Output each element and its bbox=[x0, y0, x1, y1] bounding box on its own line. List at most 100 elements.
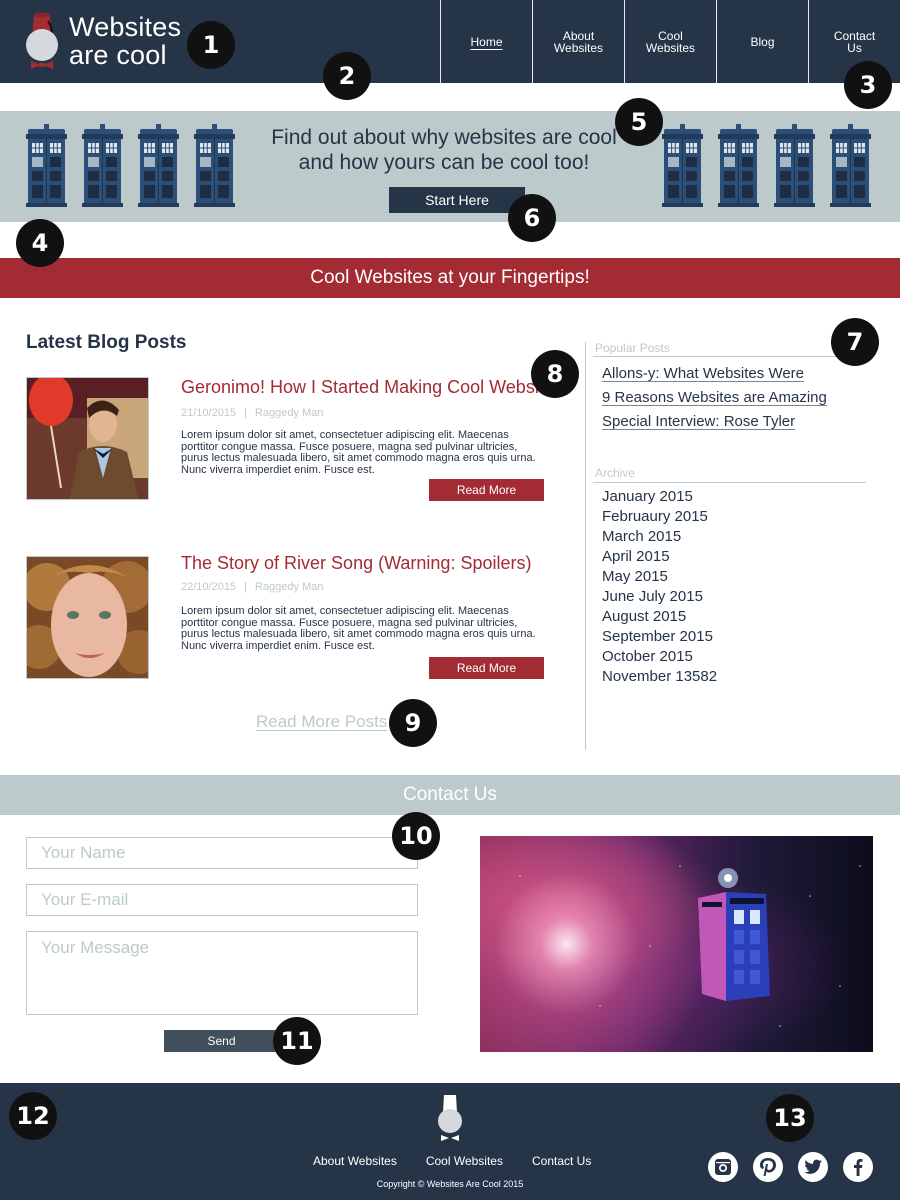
annotation-marker: 6 bbox=[508, 194, 556, 242]
post-meta: 21/10/2015 | Raggedy Man bbox=[181, 407, 323, 419]
social-links bbox=[708, 1152, 888, 1182]
nav-item-about-websites[interactable]: About Websites bbox=[532, 0, 624, 83]
hero-headline: Find out about why websites are cool and… bbox=[244, 125, 644, 175]
post-author[interactable]: Raggedy Man bbox=[255, 581, 324, 593]
logo[interactable]: Websites are cool bbox=[24, 11, 181, 71]
tardis-space-illustration bbox=[519, 865, 861, 1027]
tardis-icon bbox=[829, 124, 872, 207]
archive-link[interactable]: Februaury 2015 bbox=[602, 507, 717, 527]
logo-line-1: Websites bbox=[69, 12, 182, 42]
send-button[interactable]: Send bbox=[164, 1030, 279, 1052]
meta-separator: | bbox=[244, 407, 247, 419]
main-nav: Home About Websites Cool Websites Blog Con… bbox=[440, 0, 900, 83]
annotation-marker: 4 bbox=[16, 219, 64, 267]
nav-label: Websites bbox=[645, 40, 696, 55]
archive-link[interactable]: September 2015 bbox=[602, 627, 717, 647]
read-more-button[interactable]: Read More bbox=[429, 657, 544, 679]
post-excerpt: Lorem ipsum dolor sit amet, consectetuer… bbox=[181, 605, 536, 652]
archive-link[interactable]: April 2015 bbox=[602, 547, 717, 567]
name-input[interactable] bbox=[26, 837, 418, 869]
footer-link-cool-websites[interactable]: Cool Websites bbox=[426, 1154, 503, 1168]
read-more-button[interactable]: Read More bbox=[429, 479, 544, 501]
message-textarea[interactable] bbox=[26, 931, 418, 1015]
annotation-marker: 2 bbox=[323, 52, 371, 100]
footer-link-contact-us[interactable]: Contact Us bbox=[532, 1154, 591, 1168]
start-here-button[interactable]: Start Here bbox=[389, 187, 525, 213]
curly-haired-woman-photo bbox=[27, 557, 148, 678]
popular-post-link[interactable]: Allons-y: What Websites Were bbox=[602, 362, 827, 386]
twitter-icon[interactable] bbox=[798, 1152, 828, 1182]
logo-text: Websites are cool bbox=[69, 13, 181, 69]
post-thumbnail[interactable] bbox=[26, 556, 149, 679]
tardis-in-space-image bbox=[480, 836, 873, 1052]
nav-item-home[interactable]: Home bbox=[440, 0, 532, 83]
hero-banner: Find out about why websites are cool and… bbox=[0, 111, 900, 222]
tardis-icon bbox=[137, 124, 180, 207]
instagram-icon[interactable] bbox=[708, 1152, 738, 1182]
logo-line-2: are cool bbox=[69, 40, 167, 70]
nav-item-cool-websites[interactable]: Cool Websites bbox=[624, 0, 716, 83]
nav-label: Cool bbox=[658, 28, 683, 43]
latest-blog-posts-heading: Latest Blog Posts bbox=[26, 332, 187, 353]
tardis-icon bbox=[81, 124, 124, 207]
nav-item-blog[interactable]: Blog bbox=[716, 0, 808, 83]
archive-link[interactable]: November 13582 bbox=[602, 667, 717, 687]
archive-link[interactable]: January 2015 bbox=[602, 487, 717, 507]
archive-link[interactable]: June July 2015 bbox=[602, 587, 717, 607]
annotation-marker: 8 bbox=[531, 350, 579, 398]
man-with-balloon-photo bbox=[27, 378, 148, 499]
tardis-icon bbox=[717, 124, 760, 207]
nav-label: Home bbox=[470, 34, 503, 49]
post-date: 21/10/2015 bbox=[181, 407, 237, 419]
post-thumbnail[interactable] bbox=[26, 377, 149, 500]
tagline-banner: Cool Websites at your Fingertips! bbox=[0, 258, 900, 298]
annotation-marker: 3 bbox=[844, 61, 892, 109]
post-excerpt: Lorem ipsum dolor sit amet, consectetuer… bbox=[181, 429, 536, 476]
facebook-icon[interactable] bbox=[843, 1152, 873, 1182]
tardis-icon bbox=[193, 124, 236, 207]
popular-post-link[interactable]: Special Interview: Rose Tyler bbox=[602, 410, 827, 434]
post-title-link[interactable]: Geronimo! How I Started Making Cool Webs… bbox=[181, 377, 563, 398]
post-date: 22/10/2015 bbox=[181, 581, 237, 593]
annotation-marker: 12 bbox=[9, 1092, 57, 1140]
popular-posts-label: Popular Posts bbox=[595, 341, 670, 355]
footer-link-about-websites[interactable]: About Websites bbox=[313, 1154, 397, 1168]
email-input[interactable] bbox=[26, 884, 418, 916]
site-header: Websites are cool Home About Websites Coo… bbox=[0, 0, 900, 83]
tardis-icon bbox=[25, 124, 68, 207]
fez-mascot-icon bbox=[26, 12, 58, 69]
tardis-icon bbox=[661, 124, 704, 207]
sidebar-divider bbox=[585, 342, 586, 750]
read-more-posts-link[interactable]: Read More Posts bbox=[256, 712, 387, 732]
post-title-link[interactable]: The Story of River Song (Warning: Spoile… bbox=[181, 553, 531, 574]
archive-link[interactable]: October 2015 bbox=[602, 647, 717, 667]
footer-links: About Websites Cool Websites Contact Us bbox=[313, 1154, 620, 1168]
tardis-icon bbox=[773, 124, 816, 207]
tardis-group-right bbox=[661, 124, 885, 207]
hero-line-2: and how yours can be cool too! bbox=[298, 151, 590, 174]
nav-label: About bbox=[562, 28, 595, 43]
site-footer: About Websites Cool Websites Contact Us … bbox=[0, 1083, 900, 1200]
nav-label: Us bbox=[847, 40, 862, 55]
mascot-icon bbox=[438, 1095, 462, 1141]
archive-rule bbox=[593, 482, 866, 483]
annotation-marker: 7 bbox=[831, 318, 879, 366]
annotation-marker: 13 bbox=[766, 1094, 814, 1142]
archive-link[interactable]: May 2015 bbox=[602, 567, 717, 587]
tardis-group-left bbox=[25, 124, 249, 207]
archive-list: January 2015 Februaury 2015 March 2015 A… bbox=[602, 487, 717, 687]
popular-posts-list: Allons-y: What Websites Were 9 Reasons W… bbox=[602, 362, 827, 434]
archive-link[interactable]: August 2015 bbox=[602, 607, 717, 627]
annotation-marker: 1 bbox=[187, 21, 235, 69]
hero-line-1: Find out about why websites are cool bbox=[271, 126, 617, 149]
archive-label: Archive bbox=[595, 466, 636, 480]
nav-label: Blog bbox=[750, 34, 775, 49]
popular-post-link[interactable]: 9 Reasons Websites are Amazing bbox=[602, 386, 827, 410]
nav-label: Contact bbox=[833, 28, 876, 43]
annotation-marker: 5 bbox=[615, 98, 663, 146]
post-meta: 22/10/2015 | Raggedy Man bbox=[181, 581, 323, 593]
archive-link[interactable]: March 2015 bbox=[602, 527, 717, 547]
post-author[interactable]: Raggedy Man bbox=[255, 407, 324, 419]
annotation-marker: 11 bbox=[273, 1017, 321, 1065]
pinterest-icon[interactable] bbox=[753, 1152, 783, 1182]
